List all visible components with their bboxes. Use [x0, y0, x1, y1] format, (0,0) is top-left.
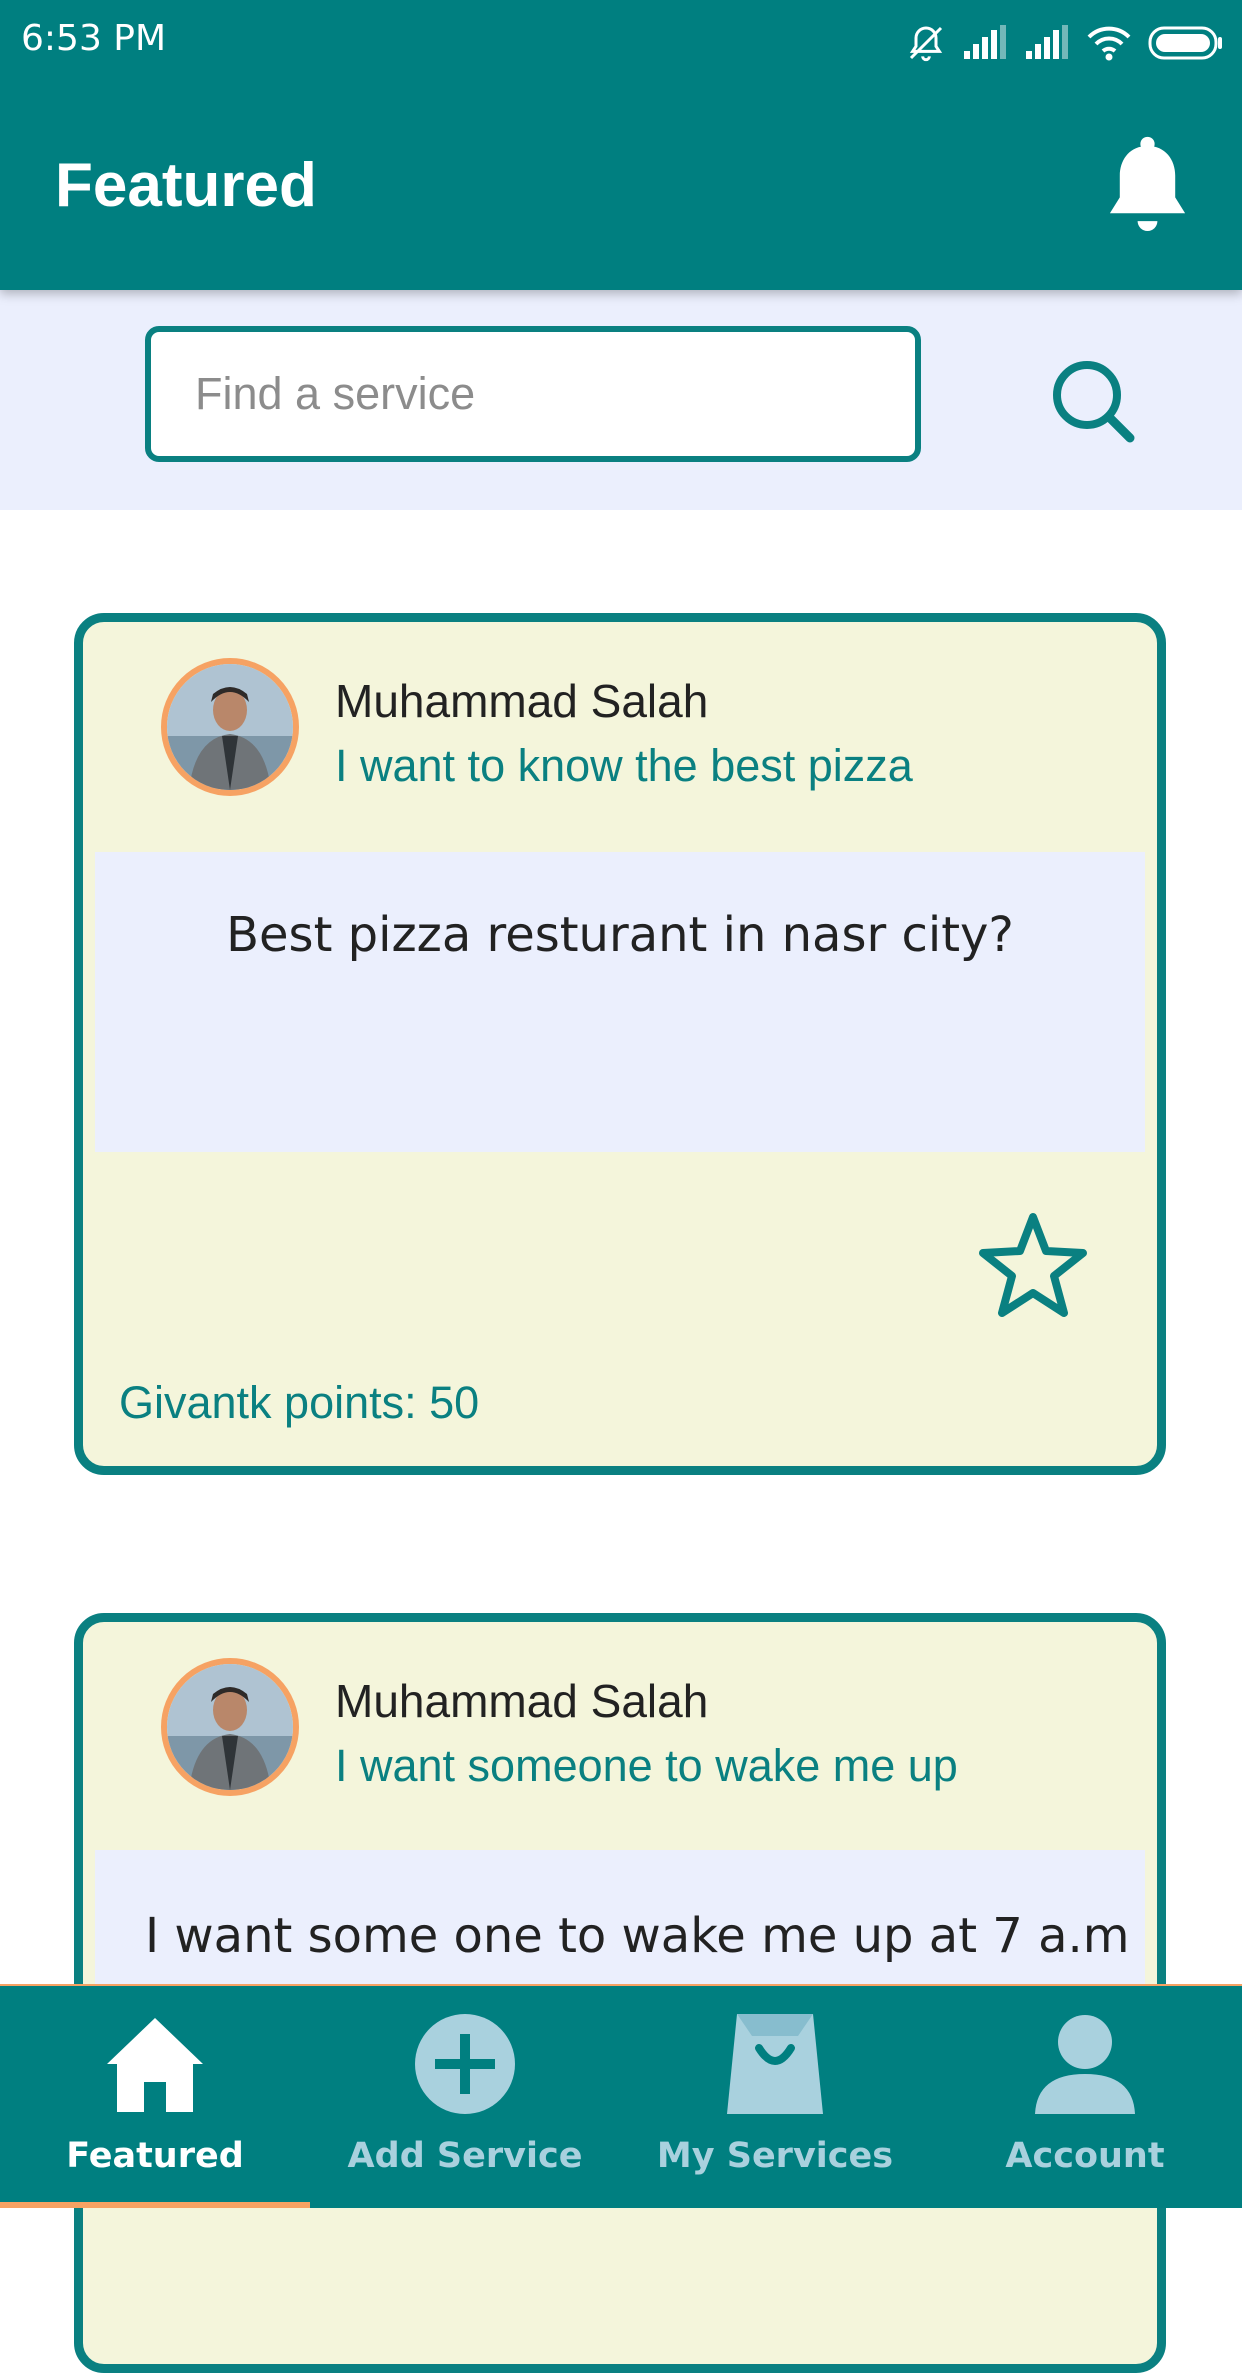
- service-title: I want someone to wake me up: [335, 1740, 958, 1791]
- status-time: 6:53 PM: [21, 18, 167, 59]
- shopping-bag-icon: [727, 2014, 823, 2114]
- bell-icon[interactable]: [1100, 133, 1195, 238]
- service-description: Best pizza resturant in nasr city?: [226, 907, 1014, 963]
- nav-label: Featured: [66, 2136, 244, 2176]
- service-card[interactable]: Muhammad Salah I want to know the best p…: [74, 613, 1166, 1475]
- points-label: Givantk points: 50: [119, 1377, 480, 1428]
- nav-label: Account: [1005, 2136, 1165, 2176]
- wifi-icon: [1087, 26, 1131, 61]
- card-body: Best pizza resturant in nasr city?: [95, 852, 1145, 1152]
- avatar[interactable]: [161, 1658, 299, 1796]
- nav-item-add-service[interactable]: Add Service: [310, 1986, 620, 2208]
- signal-icon: [1026, 25, 1068, 59]
- star-outline-icon[interactable]: [973, 1209, 1093, 1325]
- service-description: I want some one to wake me up at 7 a.m: [145, 1908, 1130, 1964]
- nav-item-account[interactable]: Account: [930, 1986, 1240, 2208]
- app-header: 6:53 PM Featured: [0, 0, 1242, 290]
- page-title: Featured: [55, 151, 317, 220]
- plus-circle-icon: [415, 2014, 515, 2114]
- nav-label: My Services: [656, 2136, 894, 2176]
- nav-item-my-services[interactable]: My Services: [620, 1986, 930, 2208]
- search-icon[interactable]: [1048, 356, 1138, 446]
- service-title: I want to know the best pizza: [335, 740, 913, 791]
- user-name: Muhammad Salah: [335, 675, 709, 727]
- avatar-photo: [167, 664, 293, 790]
- signal-icon: [964, 25, 1006, 59]
- bottom-nav: Featured Add Service My Services Account: [0, 1984, 1242, 2208]
- status-icons: [906, 20, 1224, 66]
- active-tab-indicator: [0, 2202, 310, 2208]
- home-icon: [107, 2018, 203, 2112]
- bell-muted-icon: [909, 26, 943, 62]
- avatar[interactable]: [161, 658, 299, 796]
- search-area: [0, 290, 1242, 510]
- nav-item-featured[interactable]: Featured: [0, 1986, 310, 2208]
- search-input[interactable]: [145, 326, 921, 462]
- battery-icon: [1148, 26, 1222, 60]
- person-icon: [1035, 2015, 1135, 2114]
- avatar-photo: [167, 1664, 293, 1790]
- nav-label: Add Service: [347, 2136, 583, 2176]
- user-name: Muhammad Salah: [335, 1675, 709, 1727]
